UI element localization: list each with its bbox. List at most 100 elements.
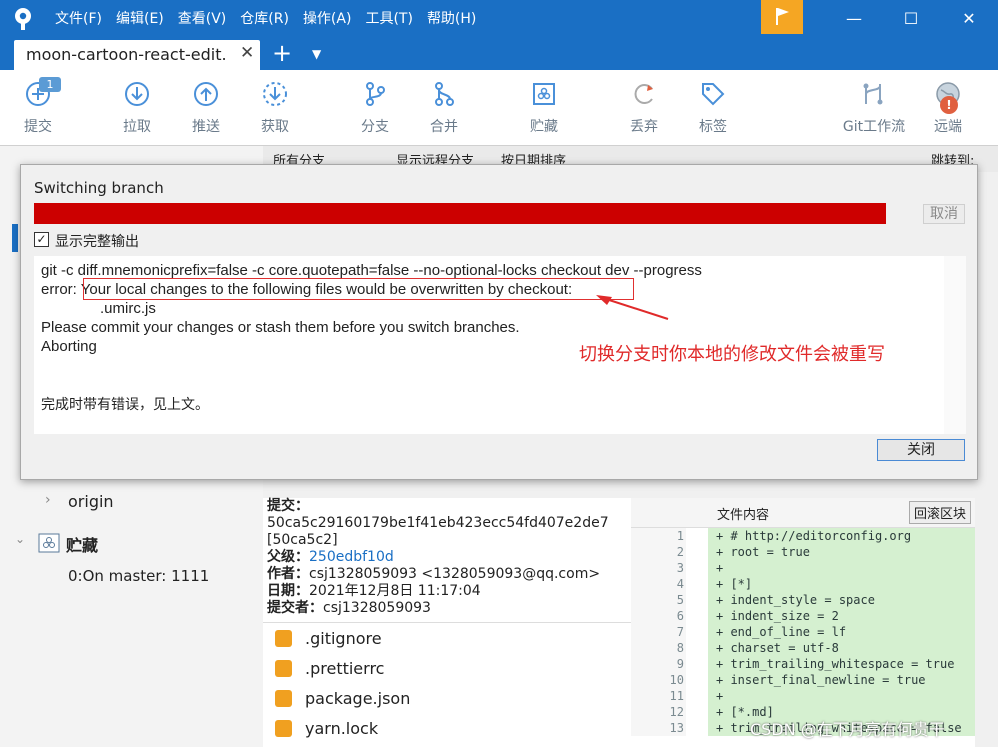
sidebar-item-stash[interactable]: 贮藏 xyxy=(66,532,98,556)
line-number: 7 xyxy=(631,624,686,640)
tab-dropdown-icon[interactable]: ▼ xyxy=(312,42,321,66)
diff-line-text: + end_of_line = lf xyxy=(708,624,975,640)
diff-line-text: + trim_trailing_whitespace = true xyxy=(708,656,975,672)
line-number: 13 xyxy=(631,720,686,736)
chevron-down-icon[interactable]: ⌄ xyxy=(15,532,25,546)
diff-line: 5 + indent_style = space xyxy=(631,592,975,608)
merge-icon xyxy=(435,82,454,106)
pull-label: 拉取 xyxy=(123,119,151,135)
annotation-text: 切换分支时你本地的修改文件会被重写 xyxy=(579,344,885,364)
diff-line-text: + charset = utf-8 xyxy=(708,640,975,656)
flag-button[interactable] xyxy=(761,0,803,34)
chevron-right-icon[interactable]: › xyxy=(45,492,51,508)
diff-line: 4 + [*] xyxy=(631,576,975,592)
diff-header: 文件内容 回滚区块 xyxy=(631,498,975,528)
file-name: .gitignore xyxy=(305,629,382,648)
commit-button[interactable]: 1 提交 xyxy=(8,70,68,146)
diff-column-header: 文件内容 xyxy=(717,508,770,523)
sidebar-item-origin[interactable]: origin xyxy=(68,492,114,511)
merge-button[interactable]: 合并 xyxy=(414,70,474,146)
title-bar: 文件(F) 编辑(E) 查看(V) 仓库(R) 操作(A) 工具(T) 帮助(H… xyxy=(0,0,998,38)
fetch-label: 获取 xyxy=(261,119,289,135)
date-value: 2021年12月8日 11:17:04 xyxy=(309,583,481,599)
diff-line-text: + root = true xyxy=(708,544,975,560)
menu-view[interactable]: 查看(V) xyxy=(178,0,227,38)
tag-button[interactable]: 标签 xyxy=(683,70,743,146)
modified-file-icon xyxy=(275,690,292,707)
close-window-button[interactable]: ✕ xyxy=(945,0,993,38)
file-item[interactable]: .prettierrc xyxy=(263,653,631,683)
line-number: 2 xyxy=(631,544,686,560)
scrollbar[interactable] xyxy=(975,498,998,747)
show-full-output-label: 显示完整输出 xyxy=(55,234,139,250)
diff-line-text: + # http://editorconfig.org xyxy=(708,528,975,544)
branch-icon xyxy=(366,82,385,106)
discard-button[interactable]: 丢弃 xyxy=(614,70,674,146)
gitflow-button[interactable]: Git工作流 xyxy=(838,70,910,146)
commit-label: 提交 xyxy=(24,119,52,135)
maximize-button[interactable]: ☐ xyxy=(887,0,935,38)
highlight-box xyxy=(83,278,634,300)
revert-hunk-button[interactable]: 回滚区块 xyxy=(909,501,972,524)
line-number: 12 xyxy=(631,704,686,720)
gitflow-icon xyxy=(863,83,883,105)
discard-icon xyxy=(634,84,653,104)
file-item[interactable]: yarn.lock xyxy=(263,713,631,743)
commit-details: 提交： 50ca5c29160179be1f41eb423ecc54fd407e… xyxy=(263,498,631,622)
output-line: .umirc.js xyxy=(100,300,156,317)
push-button[interactable]: 推送 xyxy=(176,70,236,146)
diff-content: 1 + # http://editorconfig.org 2 + root = tr… xyxy=(631,528,975,747)
committer-value: csj1328059093 xyxy=(323,600,431,616)
flag-icon xyxy=(776,8,789,25)
remote-alert-icon: ! xyxy=(940,96,958,114)
diff-line: 1 + # http://editorconfig.org xyxy=(631,528,975,544)
output-line: 完成时带有错误，见上文。 xyxy=(41,396,209,412)
diff-line-text: + indent_size = 2 xyxy=(708,608,975,624)
push-icon xyxy=(194,82,218,106)
close-button[interactable]: 关闭 xyxy=(877,439,965,461)
file-item[interactable]: package.json xyxy=(263,683,631,713)
tab-strip: moon-cartoon-react-edit. ✕ + ▼ xyxy=(0,38,998,70)
menu-edit[interactable]: 编辑(E) xyxy=(116,0,164,38)
menu-repository[interactable]: 仓库(R) xyxy=(240,0,289,38)
tab-repository[interactable]: moon-cartoon-react-edit. ✕ xyxy=(14,40,260,70)
line-number: 10 xyxy=(631,672,686,688)
branch-label: 分支 xyxy=(361,119,389,135)
tab-close-icon[interactable]: ✕ xyxy=(240,43,254,63)
diff-line-text: + [*] xyxy=(708,576,975,592)
show-full-output-checkbox[interactable]: ✓ xyxy=(34,232,49,247)
diff-line: 10 + insert_final_newline = true xyxy=(631,672,975,688)
diff-line-text: + xyxy=(708,560,975,576)
line-number: 6 xyxy=(631,608,686,624)
menu-file[interactable]: 文件(F) xyxy=(55,0,102,38)
fetch-icon xyxy=(263,82,287,106)
stash-entry[interactable]: 0:On master: 1111 xyxy=(68,567,209,585)
minimize-button[interactable]: — xyxy=(830,0,878,38)
file-name: package.json xyxy=(305,689,411,708)
branch-button[interactable]: 分支 xyxy=(345,70,405,146)
pull-button[interactable]: 拉取 xyxy=(107,70,167,146)
switching-branch-dialog: Switching branch 取消 ✓ 显示完整输出 git -c diff… xyxy=(20,164,978,480)
commit-short-hash: [50ca5c2] xyxy=(267,532,338,548)
sidebar-selection-marker xyxy=(12,224,18,252)
remote-button[interactable]: ! 远端 xyxy=(918,70,978,146)
line-number: 9 xyxy=(631,656,686,672)
cancel-button[interactable]: 取消 xyxy=(923,204,965,224)
stash-label: 贮藏 xyxy=(530,119,558,135)
menu-actions[interactable]: 操作(A) xyxy=(303,0,352,38)
file-list: .gitignore .prettierrc package.json yarn… xyxy=(263,622,631,747)
menu-help[interactable]: 帮助(H) xyxy=(427,0,476,38)
modified-file-icon xyxy=(275,720,292,737)
watermark: CSDN @在下月亮有何贵干 xyxy=(750,720,945,739)
fetch-button[interactable]: 获取 xyxy=(245,70,305,146)
stash-button[interactable]: 贮藏 xyxy=(514,70,574,146)
new-tab-button[interactable]: + xyxy=(272,38,292,68)
line-number: 4 xyxy=(631,576,686,592)
tab-label: moon-cartoon-react-edit. xyxy=(26,45,227,64)
output-scrollbar[interactable] xyxy=(944,256,966,434)
parent-link[interactable]: 250edbf10d xyxy=(309,549,394,565)
diff-line: 9 + trim_trailing_whitespace = true xyxy=(631,656,975,672)
file-item[interactable]: .gitignore xyxy=(263,623,631,653)
push-label: 推送 xyxy=(192,119,220,135)
menu-tools[interactable]: 工具(T) xyxy=(365,0,412,38)
